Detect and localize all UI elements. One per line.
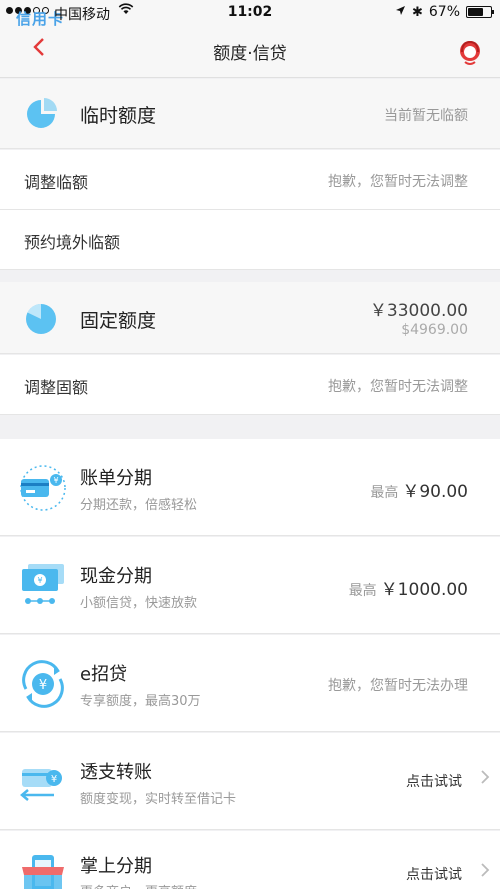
adjust-temp-credit-row[interactable]: 调整临额 抱歉，您暂时无法调整 [0,150,500,210]
location-arrow-icon [395,4,406,20]
customer-service-icon [460,40,480,65]
product-value: 最高 ￥90.00 [370,477,468,502]
product-title: e招贷 [80,664,128,685]
product-value: 点击试试 [406,774,462,790]
fixed-credit-amount-cny: ￥33000.00 [369,301,468,321]
chevron-right-icon [480,769,490,790]
navigation-bar: 额度·信贷 [0,26,500,78]
product-value: 抱歉，您暂时无法办理 [328,678,468,694]
temp-credit-header: 临时额度 当前暂无临额 [0,79,500,149]
chevron-right-icon [480,862,490,883]
status-bar: 信用卡 中国移动 11:02 ✱ 67% [0,0,500,28]
product-row-cash-installment[interactable]: ¥ 现金分期 小额信贷，快速放款 最高 ￥1000.00 [0,537,500,634]
battery-percent: 67% [428,4,460,20]
product-value-prefix: 最高 [370,485,399,501]
product-row-e-loan[interactable]: ¥ e招贷 专享额度，最高30万 抱歉，您暂时无法办理 [0,635,500,732]
overdraft-transfer-icon: ¥ [20,769,62,801]
product-subtitle: 分期还款，倍感轻松 [80,498,198,513]
product-value-amount: ￥90.00 [402,482,468,502]
product-value-amount: ￥1000.00 [380,580,468,600]
product-title: 现金分期 [80,566,152,587]
mobile-installment-icon [22,855,64,889]
adjust-fixed-credit-row[interactable]: 调整固额 抱歉，您暂时无法调整 [0,355,500,415]
fixed-credit-amount-usd: $4969.00 [401,322,468,338]
fixed-credit-header: 固定额度 ￥33000.00 $4969.00 [0,282,500,354]
product-title: 账单分期 [80,468,152,489]
adjust-fixed-credit-message: 抱歉，您暂时无法调整 [328,379,468,395]
battery-icon [466,6,494,18]
product-value-prefix: 最高 [348,583,377,599]
overseas-temp-credit-row[interactable]: 预约境外临额 [0,210,500,270]
customer-service-button[interactable] [456,38,484,66]
adjust-fixed-credit-label: 调整固额 [24,378,89,397]
product-subtitle: 专享额度，最高30万 [80,694,201,709]
adjust-temp-credit-message: 抱歉，您暂时无法调整 [328,174,468,190]
product-row-overdraft-transfer[interactable]: ¥ 透支转账 额度变现，实时转至借记卡 点击试试 [0,733,500,830]
cash-installment-icon: ¥ [22,564,64,604]
page-title: 额度·信贷 [213,44,287,64]
adjust-temp-credit-label: 调整临额 [24,173,89,192]
temp-credit-title: 临时额度 [80,105,157,127]
product-value: 最高 ￥1000.00 [349,575,468,600]
product-value: 点击试试 [406,867,462,883]
temp-credit-status: 当前暂无临额 [384,108,468,124]
product-row-mobile-installment[interactable]: 掌上分期 更多商户，更高额度 点击试试 [0,831,500,889]
product-subtitle: 更多商户，更高额度 [80,881,197,889]
svg-text:¥: ¥ [39,678,47,693]
overseas-temp-credit-label: 预约境外临额 [24,233,121,252]
svg-text:¥: ¥ [37,576,42,585]
fixed-credit-pie-icon [26,304,56,334]
product-subtitle: 额度变现，实时转至借记卡 [80,792,237,807]
temp-credit-pie-icon [27,98,57,128]
product-title: 掌上分期 [80,856,152,877]
fixed-credit-title: 固定额度 [80,310,157,332]
bill-installment-icon: ¥ [20,465,66,511]
product-title: 透支转账 [80,762,152,783]
bluetooth-icon: ✱ [411,4,423,20]
product-row-bill-installment[interactable]: ¥ 账单分期 分期还款，倍感轻松 最高 ￥90.00 [0,439,500,536]
svg-text:¥: ¥ [53,476,58,485]
e-loan-icon: ¥ [22,660,64,708]
svg-text:¥: ¥ [51,774,57,785]
product-subtitle: 小额信贷，快速放款 [80,596,198,611]
